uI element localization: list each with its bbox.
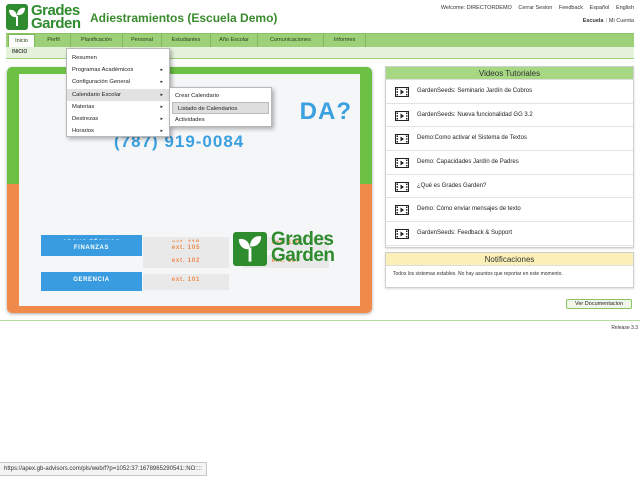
menu-item-calendario-escolar[interactable]: Calendario Escolar ▸ [67,88,169,101]
videos-panel: Videos Tutoriales GardenSeeds: Seminario… [385,66,634,248]
video-title: Demo: Capacidades Jardín de Padres [417,159,519,166]
video-title: ¿Qué es Grades Garden? [417,182,487,189]
logo-text: Grades Garden [31,2,81,32]
video-item[interactable]: Demo: Capacidades Jardín de Padres [386,151,633,175]
video-title: GardenSeeds: Feedback & Support [417,230,513,237]
tab-planificacion[interactable]: Planificación [71,34,123,47]
video-play-icon [395,110,409,121]
tab-ano-escolar[interactable]: Año Escolar [211,34,258,47]
chevron-right-icon: ▸ [160,67,163,74]
video-play-icon [395,158,409,169]
video-item[interactable]: GardenSeeds: Feedback & Support [386,222,633,246]
my-account-link[interactable]: Mi Cuenta [609,18,634,24]
welcome-text: Welcome: DIRECTORDEMO [440,5,512,11]
tab-inicio[interactable]: Inicio [8,34,35,48]
main-nav: Inicio Perfil Planificación Personal Est… [6,33,634,48]
banner-logo-text: Grades Garden [271,229,335,266]
video-play-icon [395,181,409,192]
tab-personal[interactable]: Personal [123,34,162,47]
tab-informes[interactable]: Informes [324,34,366,47]
video-list: GardenSeeds: Seminario Jardín de Cobros G… [386,80,633,246]
grades-garden-logo[interactable]: Grades Garden [6,2,84,32]
view-documentation-button[interactable]: Ver Documentacion [566,299,632,309]
video-play-icon [395,87,409,97]
menu-item-materias[interactable]: Materias ▸ [67,101,169,113]
menu-item-programas-academicos[interactable]: Programas Académicos ▸ [67,64,169,76]
videos-title: Videos Tutoriales [386,67,633,80]
chevron-right-icon: ▸ [160,91,163,98]
user-links: Escuela | Mi Cuenta [583,18,634,24]
logout-link[interactable]: Cerrar Sesion [518,5,552,11]
tab-perfil[interactable]: Perfil [37,34,71,47]
notification-text: Todos los sistemas estables. No hay asun… [393,271,563,277]
sprout-icon [6,4,28,30]
ext-label: ext. 101 [143,274,229,287]
menu-item-actividades[interactable]: Actividades [170,114,271,126]
banner-logo: Grades Garden [233,229,345,268]
menu-item-crear-calendario[interactable]: Crear Calendario [170,90,271,102]
video-title: Demo:Como activar el Sistema de Textos [417,135,527,142]
chevron-right-icon: ▸ [160,79,163,86]
spanish-link[interactable]: Español [590,5,610,11]
video-title: GardenSeeds: Seminario Jardín de Cobros [417,88,533,94]
breadcrumb-inicio[interactable]: INICIO [12,49,27,55]
tab-comunicaciones[interactable]: Comunicaciones [258,34,324,47]
video-title: GardenSeeds: Nueva funcionalidad GG 3.2 [417,111,533,118]
footer-divider [0,320,640,321]
dept-finanzas: FINANZAS [41,240,142,256]
video-play-icon [395,229,409,240]
video-item[interactable]: ¿Qué es Grades Garden? [386,175,633,199]
chevron-right-icon: ▸ [160,128,163,135]
release-version: Release 3.3 [611,325,638,331]
menu-item-destrezas[interactable]: Destrezas ▸ [67,113,169,125]
chevron-right-icon: ▸ [160,115,163,122]
video-play-icon [395,205,409,216]
notifications-title: Notificaciones [386,253,633,266]
menu-item-configuracion-general[interactable]: Configuración General ▸ [67,76,169,88]
chevron-right-icon: ▸ [160,103,163,110]
sprout-icon [233,232,267,266]
video-item[interactable]: Demo:Como activar el Sistema de Textos [386,127,633,152]
menu-item-horarios[interactable]: Horarios ▸ [67,125,169,137]
dept-gerencia: GERENCIA [41,272,142,288]
video-play-icon [395,134,409,145]
page: Grades Garden Adiestramientos (Escuela D… [0,0,640,480]
notifications-panel: Notificaciones Todos los sistemas establ… [385,252,634,288]
top-links: Welcome: DIRECTORDEMO Cerrar Sesion Feed… [436,5,634,11]
video-item[interactable]: GardenSeeds: Seminario Jardín de Cobros [386,80,633,104]
menu-item-resumen[interactable]: Resumen [67,52,169,64]
video-title: Demo: Cómo enviar mensajes de texto [417,206,521,213]
planificacion-menu: Resumen Programas Académicos ▸ Configurac… [66,48,170,137]
status-bar-url: https://apex.gb-advisors.com/pls/web/f?p… [0,462,207,476]
tab-estudiantes[interactable]: Estudiantes [162,34,211,47]
ext-label: ext. 105 [143,242,229,255]
link-separator: | [605,18,607,24]
video-item[interactable]: Demo: Cómo enviar mensajes de texto [386,198,633,223]
school-link[interactable]: Escuela [583,18,604,24]
video-item[interactable]: GardenSeeds: Nueva funcionalidad GG 3.2 [386,104,633,128]
calendario-submenu: Crear Calendario Listado de Calendarios … [169,87,272,127]
menu-item-listado-calendarios[interactable]: Listado de Calendarios [172,102,269,115]
feedback-link[interactable]: Feedback [559,5,583,11]
app-title: Adiestramientos (Escuela Demo) [90,11,278,25]
ext-label: ext. 102 [143,255,229,268]
english-link[interactable]: English [616,5,634,11]
